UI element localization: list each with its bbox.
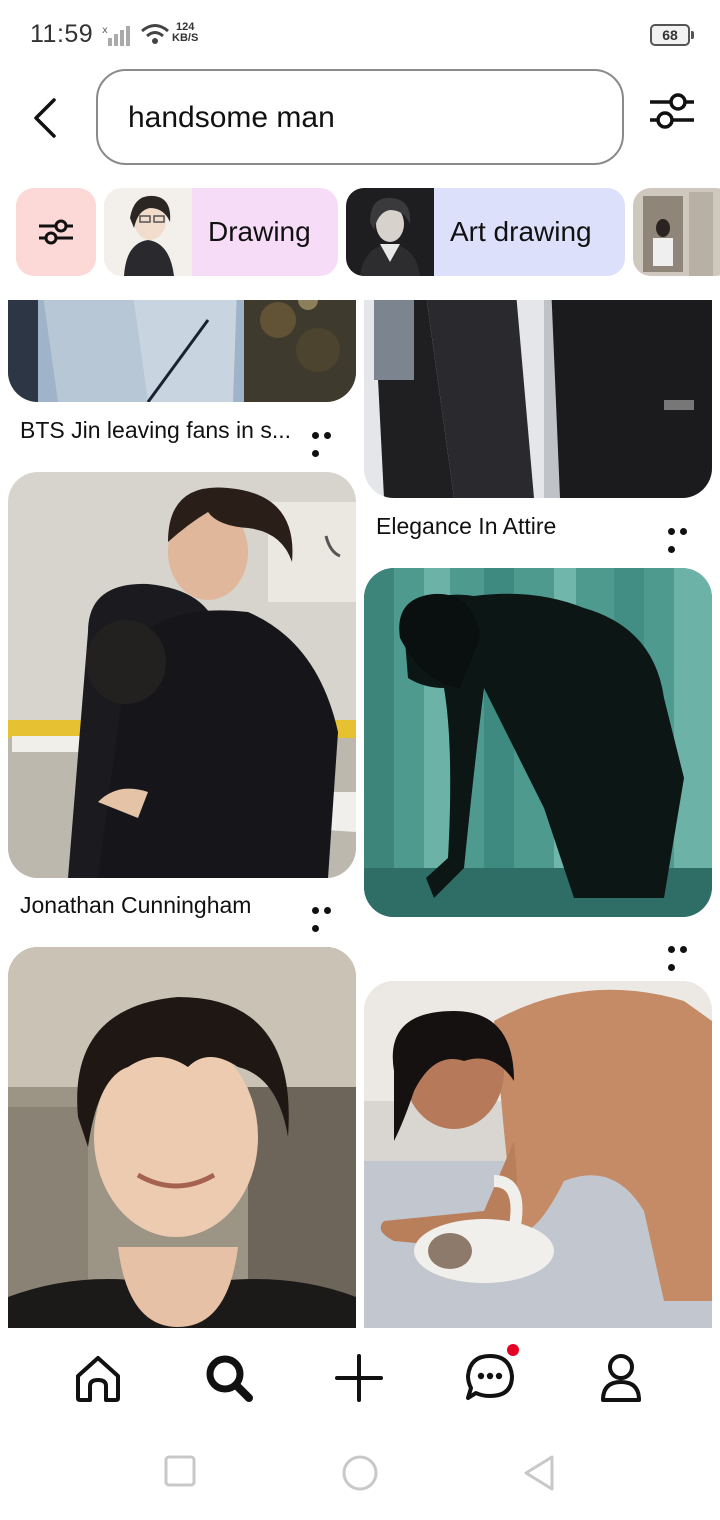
pin-photo	[8, 947, 356, 1328]
pin-image-elegance-in-attire[interactable]	[364, 300, 712, 498]
pin-caption: Elegance In Attire	[376, 513, 557, 539]
suggestion-chips: Drawing Art drawing	[0, 188, 720, 278]
system-navigation-bar	[0, 1428, 720, 1520]
pin-caption: Jonathan Cunningham	[20, 892, 252, 918]
pin-more-button[interactable]	[312, 426, 346, 457]
search-icon[interactable]	[201, 1350, 257, 1406]
chip-drawing-thumbnail	[104, 188, 192, 276]
net-speed: 124 KB/S	[172, 22, 198, 44]
recent-apps-icon[interactable]	[164, 1454, 196, 1488]
pin-image-smiling-man[interactable]	[8, 947, 356, 1328]
plus-icon[interactable]	[331, 1350, 387, 1406]
pin-photo	[8, 300, 356, 402]
pin-photo	[364, 568, 712, 917]
chip-filter-button[interactable]	[16, 188, 96, 276]
pin-more-button[interactable]	[668, 522, 702, 553]
chip-mirror-selfie[interactable]	[633, 188, 720, 276]
net-speed-unit: KB/S	[172, 32, 199, 44]
signal-icon: x	[102, 25, 130, 46]
status-bar: 11:59 x 124 KB/S 68	[0, 0, 720, 70]
chip-art-drawing[interactable]: Art drawing	[346, 188, 625, 276]
pin-photo	[364, 981, 712, 1328]
svg-text:x: x	[102, 25, 108, 36]
chip-drawing[interactable]: Drawing	[104, 188, 338, 276]
sliders-icon	[39, 219, 73, 245]
chip-mirror-thumbnail	[633, 188, 720, 276]
clock: 11:59	[30, 20, 94, 48]
search-input[interactable]	[128, 101, 588, 135]
notification-dot	[507, 1344, 519, 1356]
pin-image-jonathan-cunningham[interactable]	[8, 472, 356, 878]
home-circle-icon[interactable]	[340, 1454, 380, 1494]
home-icon[interactable]	[70, 1350, 126, 1406]
pin-image-man-with-cat[interactable]	[364, 981, 712, 1328]
battery-indicator: 68	[650, 24, 694, 46]
chip-label: Drawing	[208, 216, 311, 247]
pin-image-bts-jin[interactable]	[8, 300, 356, 402]
filter-button[interactable]	[648, 91, 696, 131]
search-box[interactable]	[96, 69, 624, 165]
messages-button[interactable]	[462, 1344, 519, 1406]
pin-more-button[interactable]	[312, 901, 346, 932]
pin-image-silhouette[interactable]	[364, 568, 712, 917]
wifi-icon	[141, 24, 169, 44]
chat-icon	[466, 1354, 514, 1400]
pin-photo	[8, 472, 356, 878]
pin-feed[interactable]: BTS Jin leaving fans in s... Elegance In…	[0, 300, 720, 1328]
profile-icon[interactable]	[593, 1350, 649, 1406]
pin-photo	[364, 300, 712, 498]
bottom-navigation	[0, 1328, 720, 1428]
back-button[interactable]	[26, 96, 66, 140]
chip-label: Art drawing	[450, 216, 592, 247]
pin-more-button[interactable]	[668, 940, 702, 971]
pin-caption: BTS Jin leaving fans in s...	[20, 417, 292, 443]
back-triangle-icon[interactable]	[522, 1454, 556, 1492]
chip-art-drawing-thumbnail	[346, 188, 434, 276]
